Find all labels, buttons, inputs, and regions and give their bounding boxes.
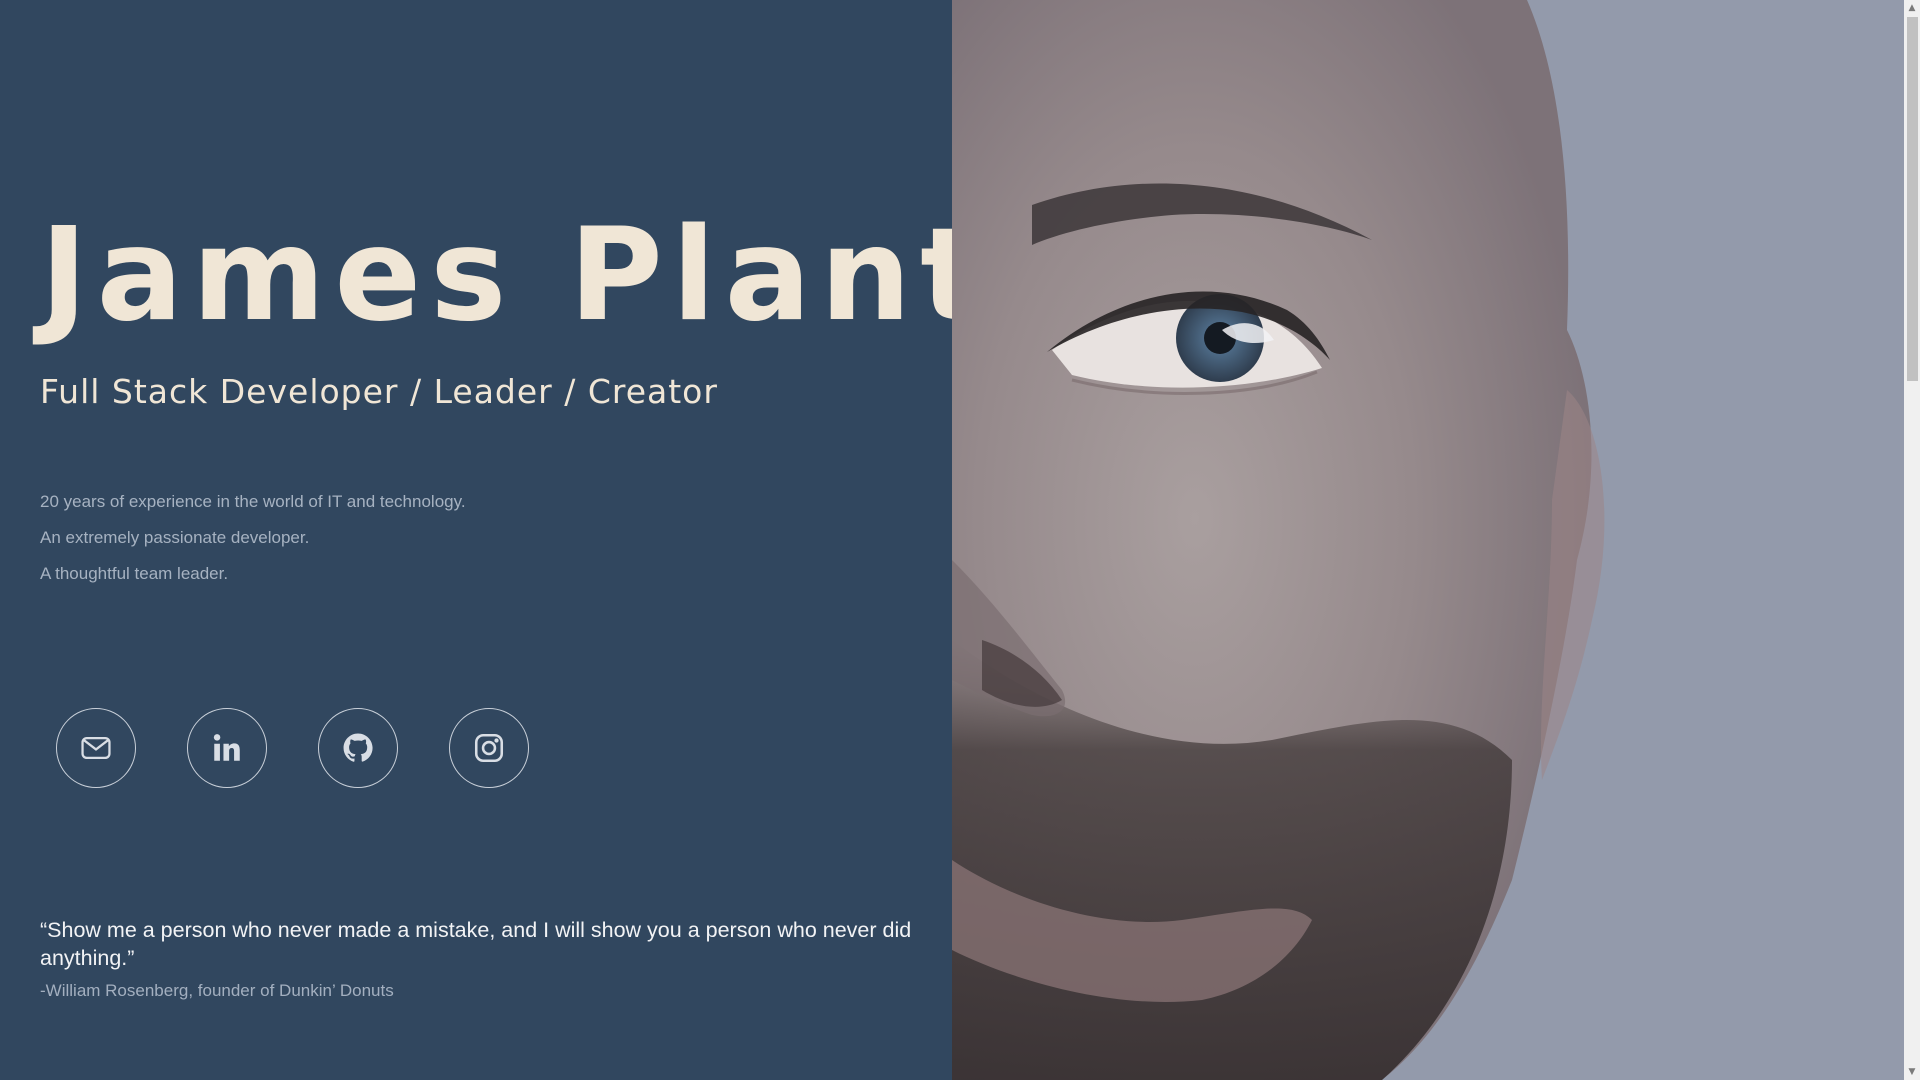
portrait-illustration <box>952 0 1904 1080</box>
bio-list: 20 years of experience in the world of I… <box>40 484 466 592</box>
linkedin-button[interactable] <box>187 708 267 788</box>
quote-attribution: -William Rosenberg, founder of Dunkin’ D… <box>40 981 394 1000</box>
scroll-down-arrow[interactable]: ▼ <box>1904 1064 1920 1080</box>
instagram-icon <box>474 733 504 763</box>
social-links <box>56 708 529 788</box>
scroll-thumb[interactable] <box>1907 17 1918 381</box>
bio-line: An extremely passionate developer. <box>40 528 310 547</box>
envelope-icon <box>81 736 111 760</box>
github-icon <box>343 733 373 762</box>
scroll-up-arrow[interactable]: ▲ <box>1904 0 1920 16</box>
page-title: James Plant <box>40 201 991 350</box>
instagram-button[interactable] <box>449 708 529 788</box>
bio-line: A thoughtful team leader. <box>40 564 229 583</box>
quote-text: “Show me a person who never made a mista… <box>40 918 912 970</box>
linkedin-icon <box>213 734 240 761</box>
intro-panel: James Plant Full Stack Developer / Leade… <box>0 0 981 1080</box>
tagline: Full Stack Developer / Leader / Creator <box>40 372 718 411</box>
vertical-scrollbar[interactable]: ▲ ▼ <box>1904 0 1920 1080</box>
portrait-photo <box>952 0 1904 1080</box>
bio-line: 20 years of experience in the world of I… <box>40 492 466 511</box>
github-button[interactable] <box>318 708 398 788</box>
email-button[interactable] <box>56 708 136 788</box>
